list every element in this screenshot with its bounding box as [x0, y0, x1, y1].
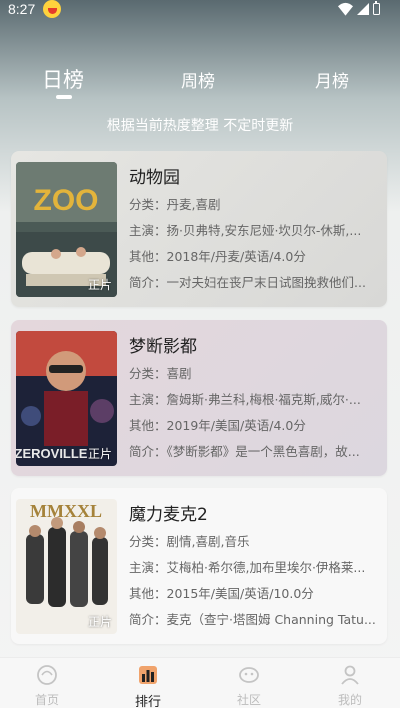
movie-title: 梦断影都: [129, 337, 197, 357]
movie-card[interactable]: ZOO 正片 动物园 分类：丹麦,喜剧 主演：扬·贝弗特,安东尼娅·坎贝尔-休斯…: [11, 151, 387, 307]
app-notification-icon: [43, 0, 62, 18]
nav-ranking-label: 排行: [134, 695, 161, 708]
nav-profile-label: 我的: [337, 693, 362, 707]
nav-community-label: 社区: [236, 693, 261, 707]
nav-profile[interactable]: 我的: [320, 664, 380, 708]
tab-monthly[interactable]: 月榜: [315, 67, 349, 92]
profile-icon: [341, 665, 359, 685]
movie-summary: 简介：《梦断影都》是一个黑色喜剧，故...: [129, 444, 360, 459]
signal-icon: [357, 3, 369, 15]
movie-cast: 主演：扬·贝弗特,安东尼娅·坎贝尔-休斯,...: [129, 223, 362, 238]
movie-category: 分类：喜剧: [129, 366, 192, 381]
movie-title: 动物园: [129, 168, 180, 188]
movie-cast: 主演：詹姆斯·弗兰科,梅根·福克斯,威尔·...: [129, 392, 361, 407]
movie-card[interactable]: ZEROVILLE 正片 梦断影都 分类：喜剧 主演：詹姆斯·弗兰科,梅根·福克…: [11, 320, 387, 476]
status-time: 8:27: [8, 1, 36, 17]
poster-title-text: MMXXL: [30, 501, 102, 521]
movie-other: 其他：2018年/丹麦/英语/4.0分: [129, 249, 306, 264]
status-icons: [338, 1, 380, 16]
community-icon: [239, 667, 259, 683]
nav-community[interactable]: 社区: [219, 664, 279, 708]
movie-poster[interactable]: MMXXL 正片: [16, 499, 117, 634]
home-icon: [37, 665, 57, 685]
movie-cast: 主演：艾梅柏·希尔德,加布里埃尔·伊格莱...: [129, 560, 366, 575]
tab-weekly[interactable]: 周榜: [181, 67, 215, 92]
movie-category: 分类：剧情,喜剧,音乐: [129, 534, 250, 549]
nav-home-label: 首页: [34, 693, 59, 707]
poster-title-text: ZEROVILLE: [16, 446, 88, 461]
movie-category: 分类：丹麦,喜剧: [129, 197, 221, 212]
movie-poster[interactable]: ZOO 正片: [16, 162, 117, 297]
bottom-nav: 首页 排行 社区 我的: [0, 657, 400, 708]
movie-other: 其他：2015年/美国/英语/10.0分: [129, 586, 314, 601]
wifi-icon: [338, 2, 353, 16]
movie-summary: 简介：一对夫妇在丧尸末日试图挽救他们...: [129, 275, 366, 290]
movie-card[interactable]: MMXXL 正片 魔力麦克2 分类：剧情,喜剧,音乐 主演：艾梅柏·希尔德,加布…: [11, 488, 387, 644]
movie-other: 其他：2019年/美国/英语/4.0分: [129, 418, 306, 433]
poster-badge: 正片: [87, 278, 112, 292]
movie-summary: 简介：麦克（查宁·塔图姆 Channing Tatu...: [129, 612, 376, 627]
poster-title-text: ZOO: [34, 184, 99, 217]
movie-poster[interactable]: ZEROVILLE 正片: [16, 331, 117, 466]
tab-daily[interactable]: 日榜: [42, 64, 84, 94]
poster-badge: 正片: [87, 447, 112, 461]
poster-badge: 正片: [87, 615, 112, 629]
nav-home[interactable]: 首页: [17, 664, 77, 708]
movie-title: 魔力麦克2: [129, 505, 208, 525]
ranking-subtitle: 根据当前热度整理 不定时更新: [106, 118, 294, 134]
battery-icon: [373, 1, 380, 15]
tab-indicator: [56, 95, 72, 99]
ranking-icon: [139, 666, 157, 684]
nav-ranking[interactable]: 排行: [118, 664, 178, 708]
status-bar: 8:27: [0, 0, 400, 18]
